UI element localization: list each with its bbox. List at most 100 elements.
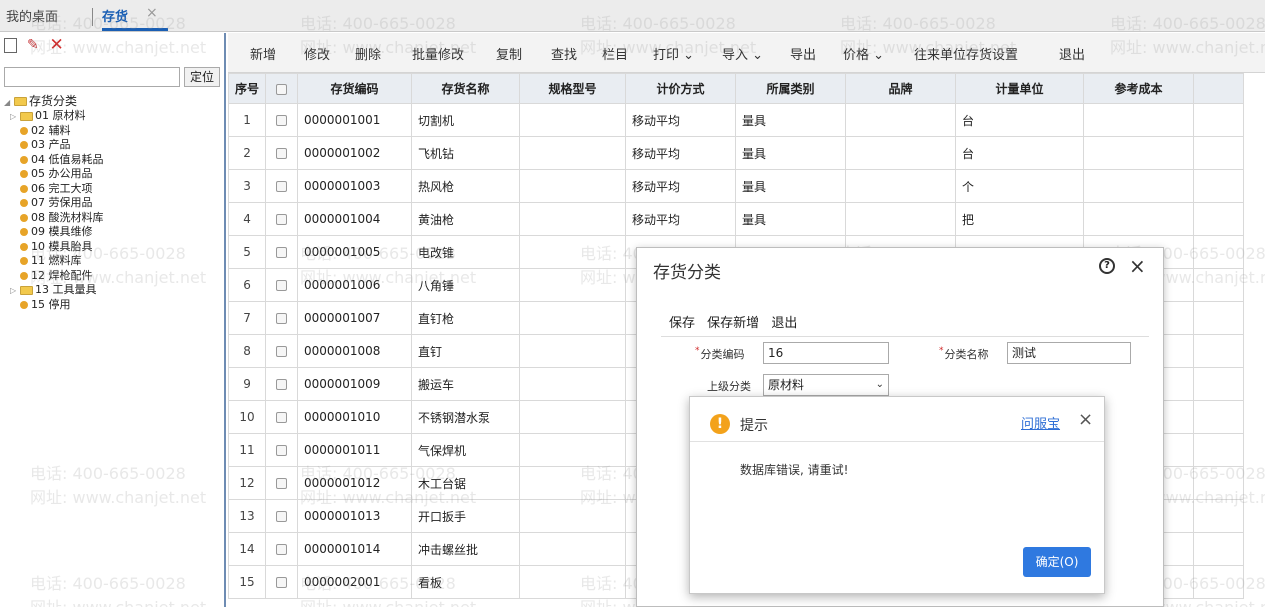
table-row[interactable]: 4 0000001004 黄油枪 移动平均 量具 把 bbox=[227, 202, 1245, 236]
column-header[interactable]: 存货名称 bbox=[411, 73, 521, 104]
checkbox[interactable] bbox=[276, 214, 288, 225]
tree-item[interactable]: 07 劳保用品 bbox=[4, 196, 224, 211]
checkbox[interactable] bbox=[276, 346, 288, 357]
column-header[interactable]: 规格型号 bbox=[519, 73, 627, 104]
row-checkbox-cell[interactable] bbox=[265, 532, 299, 566]
dialog-save-new-button[interactable]: 保存新增 bbox=[707, 316, 759, 331]
checkbox[interactable] bbox=[276, 478, 288, 489]
column-header[interactable]: 参考成本 bbox=[1083, 73, 1195, 104]
dialog-exit-button[interactable]: 退出 bbox=[771, 316, 797, 331]
column-header[interactable]: 计价方式 bbox=[625, 73, 737, 104]
row-checkbox-cell[interactable] bbox=[265, 235, 299, 269]
tree-item[interactable]: 08 酸洗材料库 bbox=[4, 211, 224, 226]
checkbox[interactable] bbox=[276, 412, 288, 423]
row-checkbox-cell[interactable] bbox=[265, 466, 299, 500]
column-header[interactable]: 品牌 bbox=[845, 73, 957, 104]
column-header[interactable]: 序号 bbox=[227, 73, 267, 104]
toolbar-button[interactable]: 往来单位存货设置 bbox=[914, 44, 1018, 63]
tree-item[interactable]: 10 模具胎具 bbox=[4, 240, 224, 255]
checkbox[interactable] bbox=[276, 445, 288, 456]
tree-item[interactable]: 02 辅料 bbox=[4, 124, 224, 139]
tree-root[interactable]: ◢ 存货分类 bbox=[4, 93, 224, 109]
table-cell: 1 bbox=[227, 103, 267, 137]
expand-icon[interactable]: ▷ bbox=[10, 284, 20, 299]
column-header[interactable]: 计量单位 bbox=[955, 73, 1085, 104]
table-cell: 13 bbox=[227, 499, 267, 533]
tree-item[interactable]: ▷ 13 工具量具 bbox=[4, 283, 224, 298]
new-category-icon[interactable] bbox=[4, 37, 17, 53]
dialog-close-icon[interactable]: × bbox=[1129, 254, 1146, 278]
alert-close-icon[interactable]: × bbox=[1078, 409, 1093, 430]
edit-category-icon[interactable]: ✎ bbox=[25, 37, 41, 53]
help-icon[interactable]: ? bbox=[1099, 258, 1115, 274]
tree-item[interactable]: ▷ 01 原材料 bbox=[4, 109, 224, 124]
toolbar-button[interactable]: 打印 ⌄ bbox=[653, 44, 694, 63]
ok-button[interactable]: 确定(O) bbox=[1023, 547, 1091, 577]
table-cell: 0000001012 bbox=[297, 466, 413, 500]
tree-item[interactable]: 06 完工大项 bbox=[4, 182, 224, 197]
toolbar-button[interactable]: 删除 bbox=[355, 44, 381, 63]
row-checkbox-cell[interactable] bbox=[265, 499, 299, 533]
table-row[interactable]: 1 0000001001 切割机 移动平均 量具 台 bbox=[227, 103, 1245, 137]
table-row[interactable]: 2 0000001002 飞机钻 移动平均 量具 台 bbox=[227, 136, 1245, 170]
checkbox[interactable] bbox=[276, 511, 288, 522]
toolbar-button[interactable]: 批量修改 bbox=[412, 44, 464, 63]
delete-category-icon[interactable]: ✕ bbox=[49, 37, 65, 54]
checkbox[interactable] bbox=[276, 544, 288, 555]
row-checkbox-cell[interactable] bbox=[265, 565, 299, 599]
tab-desktop[interactable]: 我的桌面 bbox=[6, 6, 58, 25]
column-header[interactable]: 所属类别 bbox=[735, 73, 847, 104]
table-cell bbox=[845, 202, 957, 236]
checkbox[interactable] bbox=[276, 577, 288, 588]
toolbar-button[interactable]: 新增 bbox=[250, 44, 276, 63]
toolbar-button[interactable]: 修改 bbox=[304, 44, 330, 63]
parent-category-select[interactable]: 原材料 ⌄ bbox=[763, 374, 889, 396]
tree-item[interactable]: 15 停用 bbox=[4, 298, 224, 313]
row-checkbox-cell[interactable] bbox=[265, 103, 299, 137]
toolbar-button[interactable]: 价格 ⌄ bbox=[843, 44, 884, 63]
tree-item[interactable]: 04 低值易耗品 bbox=[4, 153, 224, 168]
help-service-link[interactable]: 问服宝 bbox=[1021, 413, 1060, 432]
toolbar-button[interactable]: 导出 bbox=[790, 44, 816, 63]
checkbox[interactable] bbox=[276, 280, 288, 291]
row-checkbox-cell[interactable] bbox=[265, 301, 299, 335]
tree-item[interactable]: 11 燃料库 bbox=[4, 254, 224, 269]
locate-button[interactable]: 定位 bbox=[184, 67, 220, 87]
row-checkbox-cell[interactable] bbox=[265, 334, 299, 368]
checkbox[interactable] bbox=[276, 83, 288, 95]
table-row[interactable]: 3 0000001003 热风枪 移动平均 量具 个 bbox=[227, 169, 1245, 203]
row-checkbox-cell[interactable] bbox=[265, 367, 299, 401]
checkbox[interactable] bbox=[276, 313, 288, 324]
row-checkbox-cell[interactable] bbox=[265, 169, 299, 203]
category-name-field[interactable]: 测试 bbox=[1007, 342, 1131, 364]
toolbar-button[interactable]: 退出 bbox=[1059, 44, 1085, 63]
name-label: *分类名称 bbox=[939, 346, 989, 361]
toolbar-button[interactable]: 栏目 bbox=[602, 44, 628, 63]
row-checkbox-cell[interactable] bbox=[265, 400, 299, 434]
tree-item[interactable]: 09 模具维修 bbox=[4, 225, 224, 240]
checkbox[interactable] bbox=[276, 115, 288, 126]
tree-item[interactable]: 03 产品 bbox=[4, 138, 224, 153]
checkbox[interactable] bbox=[276, 181, 288, 192]
table-cell bbox=[1083, 169, 1195, 203]
category-code-field[interactable]: 16 bbox=[763, 342, 889, 364]
checkbox[interactable] bbox=[276, 247, 288, 258]
toolbar-button[interactable]: 复制 bbox=[496, 44, 522, 63]
tab-close-icon[interactable]: × bbox=[146, 5, 158, 21]
dialog-save-button[interactable]: 保存 bbox=[669, 316, 695, 331]
row-checkbox-cell[interactable] bbox=[265, 202, 299, 236]
tree-item[interactable]: 12 焊枪配件 bbox=[4, 269, 224, 284]
tree-item[interactable]: 05 办公用品 bbox=[4, 167, 224, 182]
column-header[interactable]: 存货编码 bbox=[297, 73, 413, 104]
toolbar-button[interactable]: 查找 bbox=[551, 44, 577, 63]
toolbar-button[interactable]: 导入 ⌄ bbox=[722, 44, 763, 63]
select-all-checkbox[interactable] bbox=[265, 73, 299, 104]
expand-icon[interactable]: ▷ bbox=[10, 110, 20, 125]
tab-inventory[interactable]: 存货 bbox=[102, 6, 128, 25]
checkbox[interactable] bbox=[276, 148, 288, 159]
row-checkbox-cell[interactable] bbox=[265, 433, 299, 467]
checkbox[interactable] bbox=[276, 379, 288, 390]
category-search-input[interactable] bbox=[4, 67, 180, 87]
row-checkbox-cell[interactable] bbox=[265, 136, 299, 170]
row-checkbox-cell[interactable] bbox=[265, 268, 299, 302]
